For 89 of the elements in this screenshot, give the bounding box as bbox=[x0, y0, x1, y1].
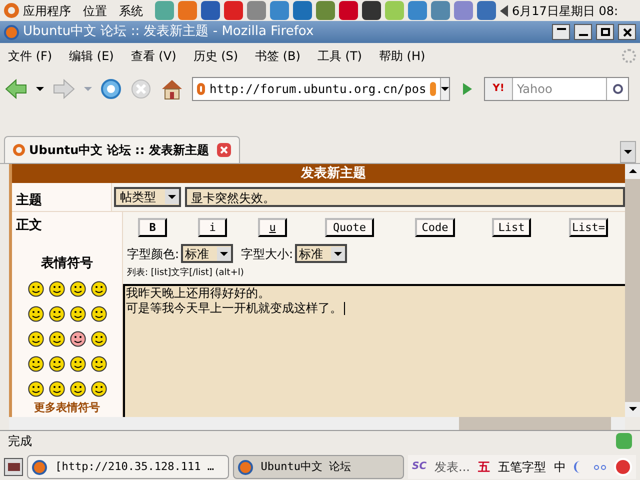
browser-tab[interactable]: Ubuntu中文 论坛 :: 发表新主题 bbox=[4, 136, 240, 163]
browser-icon bbox=[32, 460, 48, 475]
menu-item[interactable]: 文件 (F) bbox=[8, 47, 52, 66]
close-icon[interactable] bbox=[622, 28, 632, 37]
menu-item[interactable]: 编辑 (E) bbox=[69, 47, 114, 66]
smiley-icon[interactable] bbox=[90, 331, 106, 348]
punctuation-icon[interactable] bbox=[594, 464, 606, 470]
smiley-icon[interactable] bbox=[90, 306, 106, 322]
font-size-select[interactable]: 标准 bbox=[295, 244, 348, 264]
topic-type-select[interactable]: 帖类型 bbox=[114, 186, 181, 207]
font-color-label: 字型颜色: bbox=[127, 246, 180, 263]
smiley-icon[interactable] bbox=[28, 281, 44, 298]
language-toggle[interactable]: 中 bbox=[554, 458, 566, 476]
dropdown-button[interactable] bbox=[440, 78, 449, 100]
taskbar-button[interactable]: [http://210.35.128.111 … bbox=[27, 455, 229, 480]
status-text: 完成 bbox=[8, 433, 32, 450]
smiley-icon[interactable] bbox=[48, 306, 64, 322]
menu-item[interactable]: 帮助 (H) bbox=[378, 47, 426, 66]
close-button[interactable] bbox=[618, 24, 636, 40]
preedit-text: 发表... bbox=[434, 459, 470, 476]
format-button[interactable]: List= bbox=[569, 218, 608, 238]
launcher-icon[interactable] bbox=[362, 1, 381, 20]
format-button[interactable]: Quote bbox=[325, 218, 374, 238]
smiley-icon[interactable] bbox=[48, 281, 64, 298]
field-label: 主题 bbox=[12, 182, 112, 212]
smiley-icon[interactable] bbox=[48, 356, 64, 372]
minimize-button[interactable] bbox=[574, 24, 592, 40]
taskbar-button[interactable]: Ubuntu中文 论坛 bbox=[232, 455, 404, 480]
input-mode[interactable]: 五笔字型 bbox=[498, 458, 546, 476]
menu-item[interactable]: 书签 (B) bbox=[255, 47, 300, 66]
vertical-scrollbar[interactable] bbox=[625, 164, 640, 417]
launcher-icon[interactable] bbox=[339, 1, 358, 20]
format-button[interactable]: B bbox=[138, 218, 167, 238]
dropdown-icon[interactable] bbox=[36, 86, 44, 91]
format-button[interactable]: u bbox=[258, 218, 287, 238]
site-icon bbox=[197, 82, 206, 95]
panel-menu[interactable]: 应用程序 bbox=[23, 2, 71, 20]
home-icon[interactable] bbox=[160, 78, 184, 100]
smiley-icon[interactable] bbox=[70, 356, 86, 372]
subject-field[interactable]: 显卡突然失效。 bbox=[185, 186, 625, 207]
message-field[interactable]: 我昨天晚上还用得好好的。 可是等我今天早上一开机就变成这样了。 bbox=[123, 284, 625, 417]
format-button[interactable]: List bbox=[492, 218, 531, 238]
smiley-icon[interactable] bbox=[90, 381, 106, 398]
more-smileys-link[interactable]: 更多表情符号 bbox=[12, 400, 122, 417]
form-heading: 发表新主题 bbox=[12, 164, 625, 183]
browser-icon bbox=[4, 24, 19, 40]
browser-icon bbox=[238, 460, 253, 475]
reload-icon[interactable] bbox=[100, 78, 122, 100]
menu-item[interactable]: 工具 (T) bbox=[317, 47, 362, 66]
format-button[interactable]: i bbox=[198, 218, 227, 238]
maximize-button[interactable] bbox=[596, 24, 614, 40]
menu-item[interactable]: 历史 (S) bbox=[193, 47, 238, 66]
address-field[interactable]: http://forum.ubuntu.org.cn/pos bbox=[192, 76, 450, 101]
smiley-icon[interactable] bbox=[90, 356, 106, 372]
clock[interactable]: 6月17日星期日 08: bbox=[512, 2, 618, 20]
smiley-icon[interactable] bbox=[28, 381, 44, 398]
smiley-icon[interactable] bbox=[70, 331, 86, 348]
hint-text: 列表: [list]文字[/list] (alt+l) bbox=[126, 267, 245, 280]
panel-menu[interactable]: 系统 bbox=[119, 2, 143, 20]
smiley-icon[interactable] bbox=[28, 356, 44, 372]
smiley-icon[interactable] bbox=[70, 281, 86, 298]
wubi-label: 五 bbox=[478, 459, 490, 476]
smiley-icon[interactable] bbox=[70, 381, 86, 398]
field-label: 正文 bbox=[15, 216, 43, 236]
horizontal-scrollbar[interactable] bbox=[9, 416, 625, 430]
smiley-icon[interactable] bbox=[70, 306, 86, 322]
format-button[interactable]: Code bbox=[415, 218, 455, 238]
back-arrow-icon[interactable] bbox=[4, 78, 28, 99]
search-field[interactable]: Yahoo bbox=[513, 80, 606, 98]
window-title: Ubuntu中文 论坛 :: 发表新主题 - Mozilla Firefox bbox=[23, 23, 315, 42]
search-bar[interactable]: Y! Yahoo bbox=[484, 76, 629, 101]
tab-list-button[interactable] bbox=[620, 140, 636, 163]
smiley-icon[interactable] bbox=[28, 331, 44, 348]
roll-up-button[interactable] bbox=[552, 24, 570, 40]
smiley-icon[interactable] bbox=[48, 331, 64, 348]
smiley-icon[interactable] bbox=[48, 381, 64, 398]
show-desktop-icon[interactable] bbox=[4, 458, 24, 476]
search-engine-logo[interactable]: Y! bbox=[485, 78, 513, 100]
input-method-logo: SC bbox=[412, 462, 427, 472]
throbber-icon bbox=[622, 49, 636, 64]
site-icon bbox=[13, 144, 25, 156]
launcher-icon[interactable] bbox=[201, 1, 220, 20]
font-size-label: 字型大小: bbox=[241, 246, 294, 263]
font-color-select[interactable]: 标准 bbox=[181, 244, 234, 264]
smileys-title: 表情符号 bbox=[40, 254, 94, 273]
smiley-icon[interactable] bbox=[90, 281, 106, 298]
menu-item[interactable]: 查看 (V) bbox=[130, 47, 176, 66]
smiley-icon[interactable] bbox=[28, 306, 44, 322]
panel-menu[interactable]: 位置 bbox=[83, 2, 107, 20]
